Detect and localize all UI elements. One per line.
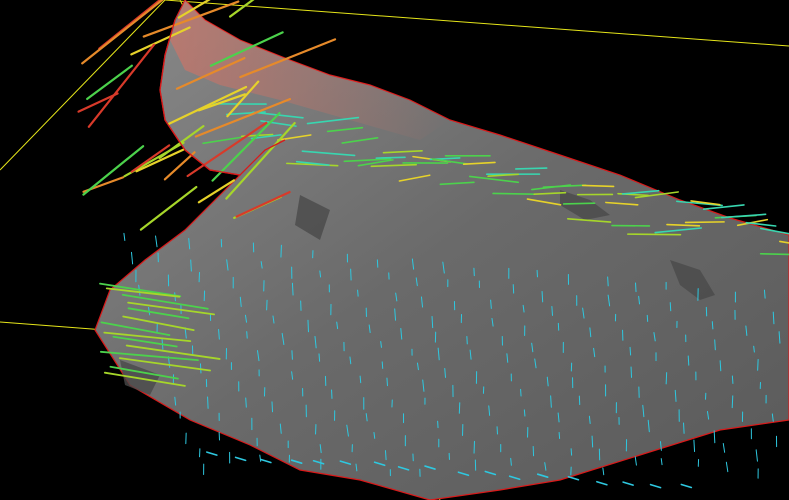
vector-arrow (318, 353, 321, 362)
vector-arrow (731, 375, 734, 384)
vector-arrow (523, 409, 526, 417)
vector-arrow (719, 360, 722, 372)
vector-arrow (607, 276, 609, 287)
vector-arrow (731, 395, 734, 409)
vector-arrow (591, 435, 594, 448)
vector-arrow (551, 306, 553, 316)
vector-arrow (384, 450, 387, 461)
vector-arrow (562, 202, 596, 205)
vector-arrow (772, 311, 775, 325)
vector-arrow (629, 346, 632, 356)
vector-arrow (627, 233, 682, 236)
vector-arrow (245, 397, 247, 408)
vector-arrow (190, 259, 192, 272)
vector-arrow (759, 252, 789, 256)
vector-arrow (381, 361, 384, 369)
vector-arrow (359, 375, 362, 384)
vector-arrow (319, 270, 322, 278)
vector-arrow (635, 282, 637, 293)
vector-arrow (665, 372, 668, 385)
vector-arrow (271, 401, 274, 413)
vector-arrow (763, 289, 766, 299)
vector-arrow (687, 355, 690, 366)
vector-arrow (514, 167, 548, 170)
vector-arrow (714, 339, 716, 351)
vector-arrow (693, 439, 696, 453)
3d-vector-field-viewport[interactable] (0, 0, 789, 500)
vector-arrow (386, 377, 388, 387)
vector-arrow (541, 291, 544, 303)
vector-arrow (683, 422, 685, 434)
vector-arrow (492, 192, 535, 195)
vector-arrow (490, 299, 492, 309)
vector-arrow (510, 457, 512, 466)
vector-arrow (684, 221, 725, 224)
vector-arrow (713, 430, 716, 444)
vector-arrow (357, 289, 359, 297)
vector-arrow (753, 345, 755, 353)
vector-arrow (375, 156, 406, 159)
vector-arrow (291, 282, 294, 296)
vector-arrow (431, 316, 434, 329)
vector-arrow (711, 321, 714, 330)
vector-arrow (581, 184, 615, 188)
vector-arrow (207, 396, 209, 409)
